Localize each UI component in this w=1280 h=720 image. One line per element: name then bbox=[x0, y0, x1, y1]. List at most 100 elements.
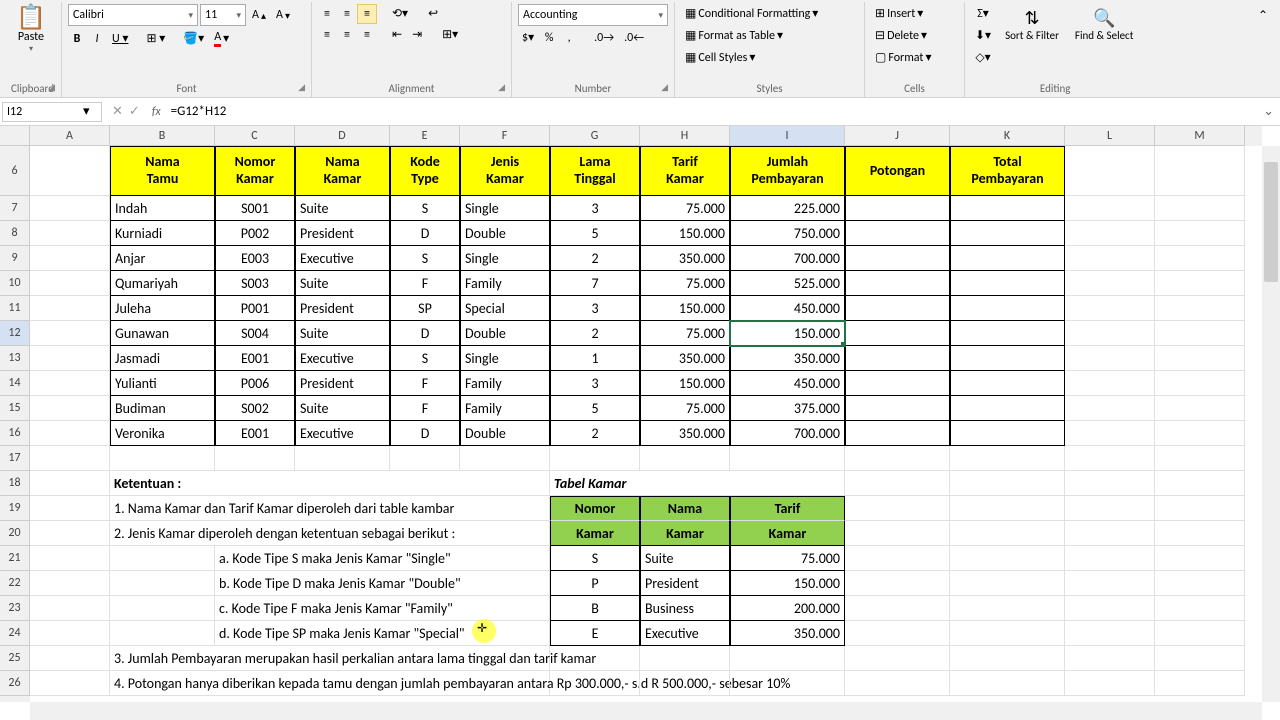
cell[interactable] bbox=[950, 621, 1065, 646]
cell[interactable] bbox=[30, 596, 110, 621]
cell[interactable] bbox=[730, 671, 845, 696]
cell[interactable]: F bbox=[390, 396, 460, 421]
font-launcher-icon[interactable]: ◢ bbox=[298, 82, 305, 93]
cell[interactable] bbox=[1155, 471, 1245, 496]
cell[interactable]: S004 bbox=[215, 321, 295, 346]
cell[interactable]: Yulianti bbox=[110, 371, 215, 396]
row-header-10[interactable]: 10 bbox=[0, 271, 30, 296]
cell[interactable]: Special bbox=[460, 296, 550, 321]
row-header-11[interactable]: 11 bbox=[0, 296, 30, 321]
cell[interactable] bbox=[215, 446, 295, 471]
row-header-24[interactable]: 24 bbox=[0, 621, 30, 646]
italic-button[interactable]: I bbox=[88, 30, 106, 48]
cell[interactable]: Suite bbox=[640, 546, 730, 571]
cell[interactable] bbox=[1155, 221, 1245, 246]
cell[interactable] bbox=[845, 596, 950, 621]
col-header-C[interactable]: C bbox=[215, 126, 295, 146]
cell[interactable] bbox=[30, 146, 110, 196]
cell[interactable]: 2 bbox=[550, 246, 640, 271]
cell[interactable]: 700.000 bbox=[730, 421, 845, 446]
cell[interactable]: E001 bbox=[215, 346, 295, 371]
col-header-M[interactable]: M bbox=[1155, 126, 1245, 146]
increase-indent-icon[interactable]: ⇥ bbox=[408, 25, 426, 44]
cell[interactable] bbox=[845, 671, 950, 696]
table-header[interactable]: JumlahPembayaran bbox=[730, 146, 845, 196]
orientation-icon[interactable]: ⟲▾ bbox=[388, 4, 412, 23]
cell[interactable] bbox=[845, 271, 950, 296]
col-header-I[interactable]: I bbox=[730, 126, 845, 146]
cell[interactable] bbox=[1065, 321, 1155, 346]
cell[interactable] bbox=[845, 521, 950, 546]
row-header-9[interactable]: 9 bbox=[0, 246, 30, 271]
cell[interactable]: Juleha bbox=[110, 296, 215, 321]
col-header-G[interactable]: G bbox=[550, 126, 640, 146]
cell[interactable]: 350.000 bbox=[640, 346, 730, 371]
delete-button[interactable]: ⊟ Delete ▾ bbox=[871, 26, 931, 45]
increase-font-icon[interactable]: A▴ bbox=[248, 6, 270, 24]
decrease-indent-icon[interactable]: ⇤ bbox=[388, 25, 406, 44]
cell[interactable] bbox=[950, 446, 1065, 471]
cell[interactable]: D bbox=[390, 221, 460, 246]
cell[interactable] bbox=[730, 646, 845, 671]
decrease-decimal-icon[interactable]: .0← bbox=[620, 29, 648, 47]
cell[interactable] bbox=[950, 521, 1065, 546]
cell[interactable] bbox=[1155, 621, 1245, 646]
clear-icon[interactable]: ◇▾ bbox=[971, 48, 995, 67]
expand-formula-bar-icon[interactable]: ⌄ bbox=[1257, 104, 1280, 119]
cell[interactable]: Suite bbox=[295, 396, 390, 421]
cell[interactable] bbox=[950, 396, 1065, 421]
cell[interactable] bbox=[1065, 571, 1155, 596]
cell[interactable] bbox=[30, 246, 110, 271]
cell[interactable]: 75.000 bbox=[640, 196, 730, 221]
table-header[interactable]: TotalPembayaran bbox=[950, 146, 1065, 196]
col-header-E[interactable]: E bbox=[390, 126, 460, 146]
cell[interactable]: Executive bbox=[640, 621, 730, 646]
cell[interactable] bbox=[1065, 521, 1155, 546]
cell[interactable]: Tabel Kamar bbox=[550, 471, 845, 496]
align-middle-icon[interactable]: ≡ bbox=[338, 5, 356, 23]
cell[interactable]: Double bbox=[460, 421, 550, 446]
cell[interactable] bbox=[1065, 671, 1155, 696]
cell[interactable]: 3. Jumlah Pembayaran merupakan hasil per… bbox=[110, 646, 550, 671]
cell[interactable] bbox=[1155, 546, 1245, 571]
tabel-kamar-header[interactable]: Tarif bbox=[730, 496, 845, 521]
cell[interactable]: 7 bbox=[550, 271, 640, 296]
sort-filter-button[interactable]: ⇅ Sort & Filter bbox=[999, 4, 1065, 44]
find-select-button[interactable]: 🔍 Find & Select bbox=[1069, 4, 1139, 44]
cell[interactable] bbox=[1065, 471, 1155, 496]
cell[interactable] bbox=[640, 671, 730, 696]
cell[interactable] bbox=[1155, 521, 1245, 546]
cell[interactable] bbox=[550, 446, 640, 471]
cell[interactable]: Double bbox=[460, 221, 550, 246]
cell[interactable] bbox=[845, 646, 950, 671]
cell[interactable]: P006 bbox=[215, 371, 295, 396]
cell[interactable] bbox=[30, 446, 110, 471]
cell[interactable]: Family bbox=[460, 371, 550, 396]
font-color-button[interactable]: A▾ bbox=[210, 28, 233, 49]
align-center-icon[interactable]: ≡ bbox=[338, 26, 356, 44]
cell[interactable] bbox=[30, 621, 110, 646]
decrease-font-icon[interactable]: A▾ bbox=[272, 6, 294, 24]
cell[interactable] bbox=[845, 571, 950, 596]
cell[interactable]: President bbox=[295, 371, 390, 396]
cell[interactable]: 350.000 bbox=[640, 246, 730, 271]
cell[interactable]: 200.000 bbox=[730, 596, 845, 621]
cell[interactable]: Suite bbox=[295, 321, 390, 346]
cell[interactable]: Single bbox=[460, 346, 550, 371]
table-header[interactable]: NomorKamar bbox=[215, 146, 295, 196]
fill-icon[interactable]: ⬇▾ bbox=[971, 26, 995, 45]
col-header-D[interactable]: D bbox=[295, 126, 390, 146]
cell[interactable]: 4. Potongan hanya diberikan kepada tamu … bbox=[110, 671, 550, 696]
tabel-kamar-header[interactable]: Nomor bbox=[550, 496, 640, 521]
cell[interactable] bbox=[30, 296, 110, 321]
cell[interactable]: 5 bbox=[550, 396, 640, 421]
cell[interactable] bbox=[950, 221, 1065, 246]
cell[interactable] bbox=[1155, 671, 1245, 696]
align-left-icon[interactable]: ≡ bbox=[318, 26, 336, 44]
collapse-ribbon-icon[interactable]: ⌃ bbox=[1254, 6, 1272, 25]
cell[interactable] bbox=[1155, 496, 1245, 521]
cell[interactable] bbox=[950, 571, 1065, 596]
cell[interactable] bbox=[460, 446, 550, 471]
cell[interactable] bbox=[1155, 346, 1245, 371]
cell[interactable] bbox=[845, 546, 950, 571]
